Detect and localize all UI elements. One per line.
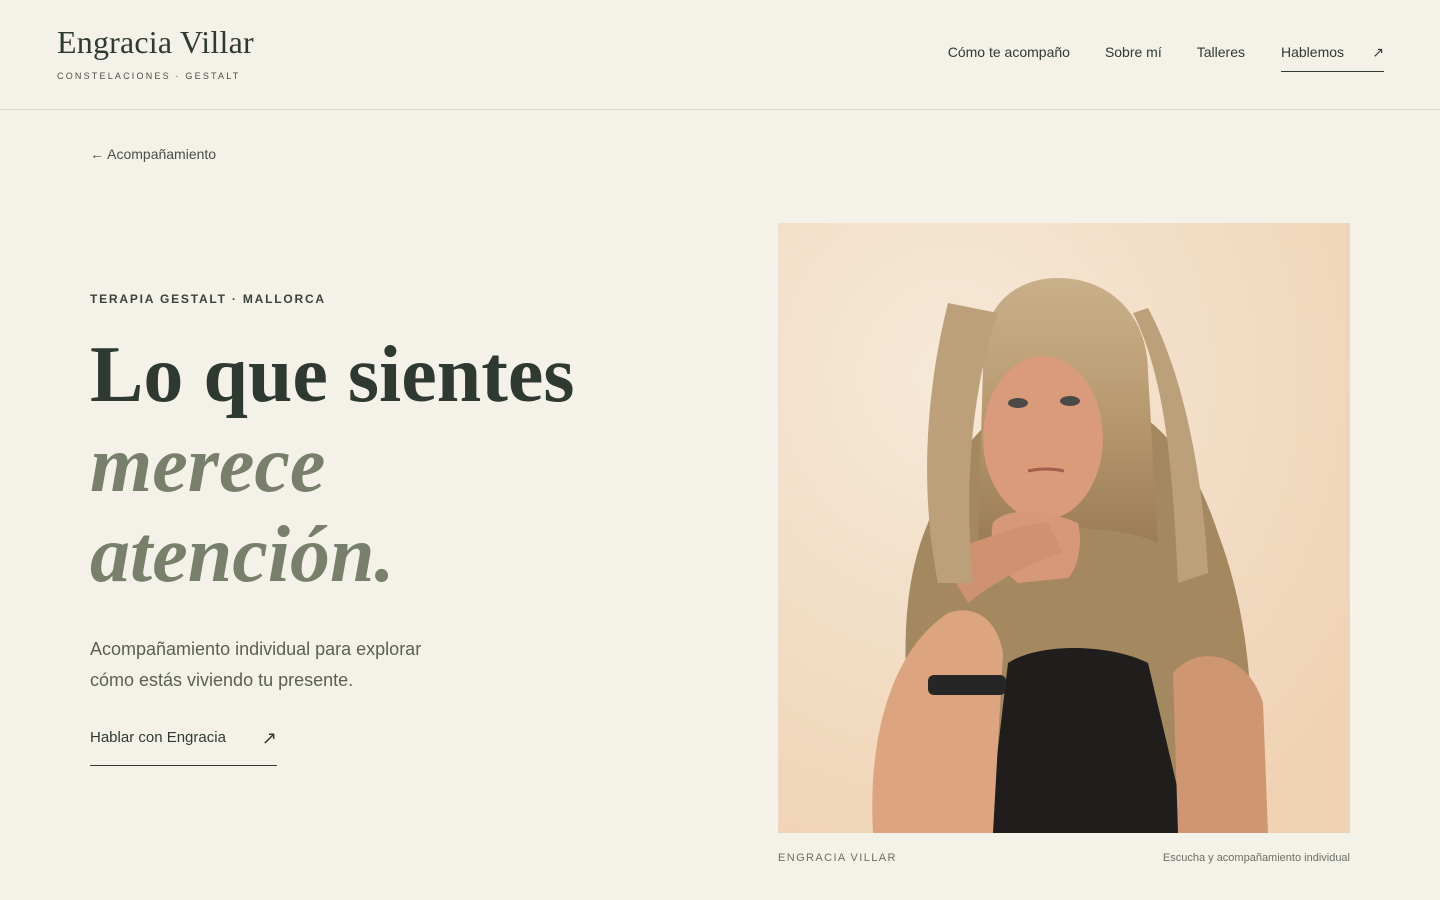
photo-caption-name: ENGRACIA VILLAR <box>778 852 897 864</box>
talk-button[interactable]: Hablar con Engracia ↗ <box>90 728 277 766</box>
nav-hablemos-label: Hablemos <box>1281 44 1345 60</box>
photo-caption-description: Escucha y acompañamiento individual <box>1162 852 1350 864</box>
nav-item-sobre-mi[interactable]: Sobre mí <box>1105 44 1162 60</box>
portrait-photo <box>778 223 1350 833</box>
nav-item-como-te-acompano[interactable]: Cómo te acompaño <box>948 44 1070 60</box>
hero-eyebrow: TERAPIA GESTALT · MALLORCA <box>90 292 326 306</box>
site-header: Engracia Villar CONSTELACIONES · GESTALT… <box>0 0 1440 110</box>
nav-hablemos-button[interactable]: Hablemos ↗ <box>1281 44 1384 72</box>
brand-tagline: CONSTELACIONES · GESTALT <box>57 71 241 81</box>
talk-button-label: Hablar con Engracia <box>90 729 226 746</box>
headline-line-3: atención. <box>90 511 395 599</box>
brand-logo[interactable]: Engracia Villar CONSTELACIONES · GESTALT <box>57 24 254 81</box>
headline-line-2: merece <box>90 421 326 509</box>
arrow-up-right-icon: ↗ <box>1372 44 1384 60</box>
hero-intro: Acompañamiento individual para explorar … <box>90 639 422 690</box>
hero-headline: Lo que sientes merece atención. <box>90 330 575 600</box>
arrow-up-right-icon: ↗ <box>261 728 277 748</box>
back-link[interactable]: ← Acompañamiento <box>90 146 216 162</box>
headline-line-1: Lo que sientes <box>90 331 575 419</box>
brand-name: Engracia Villar <box>57 24 254 60</box>
main-nav: Cómo te acompaño Sobre mí Talleres Hable… <box>913 44 1384 72</box>
nav-item-talleres[interactable]: Talleres <box>1197 44 1245 60</box>
